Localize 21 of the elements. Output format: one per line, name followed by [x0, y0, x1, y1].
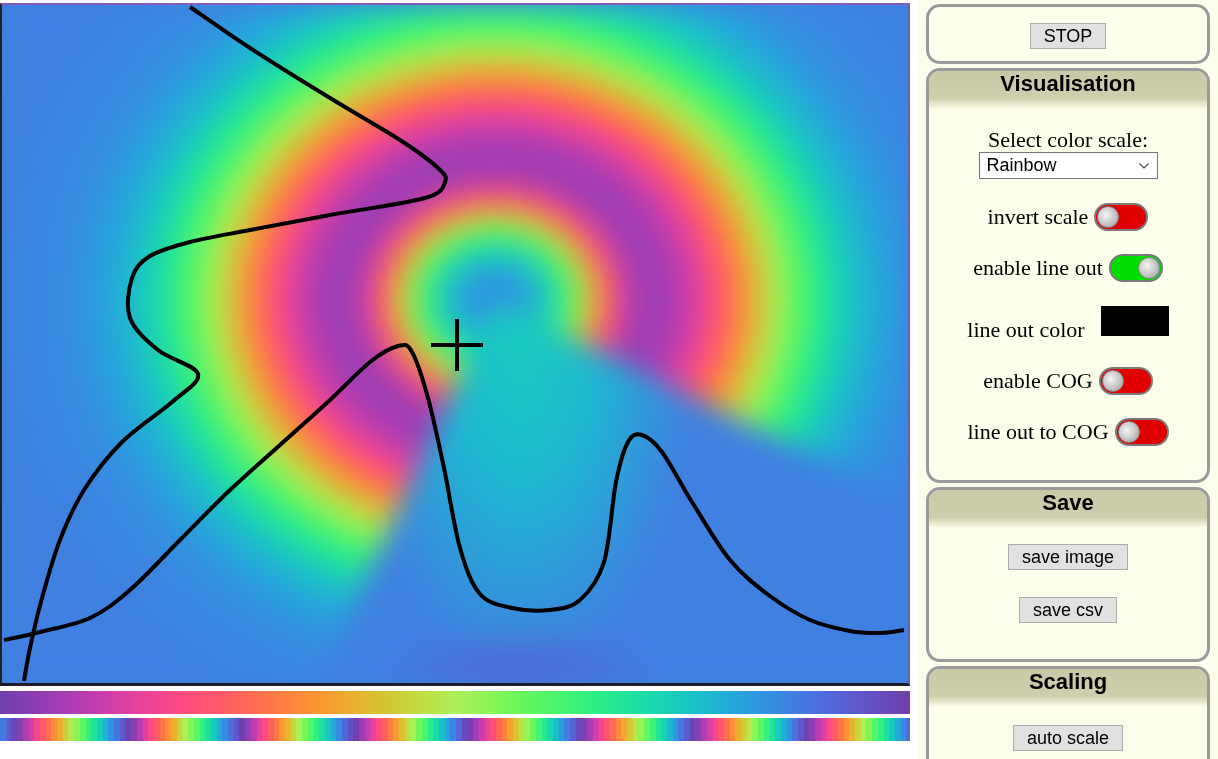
setting-label: enable COG [983, 368, 1093, 393]
crosshair-icon [431, 319, 483, 371]
toggle-switch[interactable] [1114, 417, 1169, 446]
toggle-switch[interactable] [1098, 366, 1153, 395]
auto-scale-button[interactable]: auto scale [1012, 725, 1124, 751]
toggle-switch[interactable] [1108, 253, 1163, 282]
section-header: Scaling [929, 669, 1207, 707]
stop-button[interactable]: STOP [1029, 23, 1107, 49]
select-label: Select color scale: [987, 128, 1148, 152]
setting-label: enable line out [973, 255, 1103, 280]
section-header: Save [929, 490, 1207, 528]
section-header: Visualisation [929, 71, 1207, 109]
toggle-switch[interactable] [1094, 202, 1149, 231]
color-swatch[interactable] [1100, 306, 1169, 336]
setting-label: invert scale [987, 204, 1089, 229]
chevron-down-icon [1138, 162, 1149, 169]
color-scale-select[interactable]: Rainbow [978, 152, 1158, 179]
save-button[interactable]: save csv [1019, 597, 1117, 623]
setting-label: line out color [967, 318, 1085, 342]
setting-label: line out to COG [967, 419, 1109, 444]
save-button[interactable]: save image [1007, 544, 1129, 570]
